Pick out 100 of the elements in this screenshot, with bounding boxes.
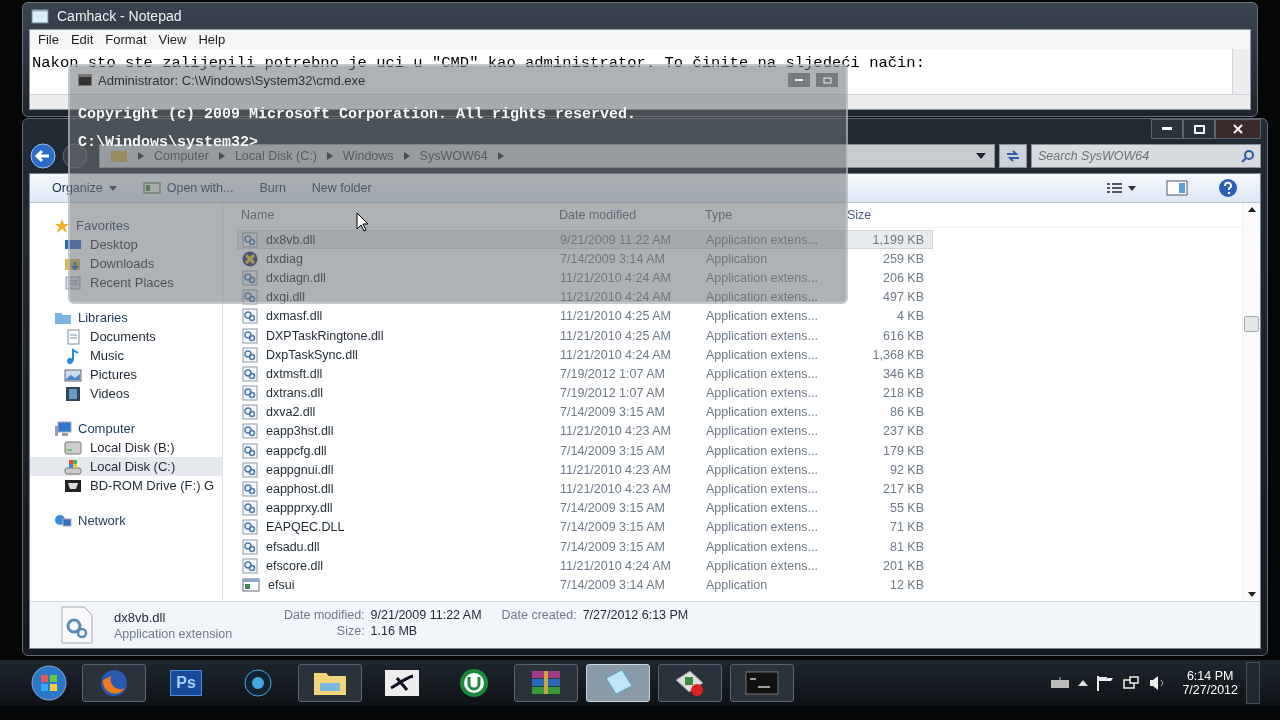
close-icon <box>1233 124 1243 134</box>
file-row[interactable]: eappgnui.dll 11/21/2010 4:23 AM Application extens... 92 KB <box>237 460 933 480</box>
sidebar-item[interactable]: Pictures <box>30 365 222 384</box>
type-cell-text: Application <box>705 577 769 592</box>
sidebar-group[interactable]: Libraries <box>30 308 222 327</box>
file-name: dxtmsft.dll <box>266 366 323 381</box>
file-name: dx8vb.dll <box>114 609 167 625</box>
sidebar-group[interactable]: Computer <box>30 419 222 438</box>
sidebar-item[interactable]: Downloads <box>30 254 222 273</box>
date-cell-text: 7/14/2009 3:15 AM <box>559 520 666 535</box>
menu-item[interactable]: Help <box>198 32 226 47</box>
minimize-button[interactable] <box>1151 119 1183 139</box>
type-cell-text: Application extens... <box>705 462 819 477</box>
sidebar-item[interactable]: Local Disk (B:) <box>30 438 222 457</box>
chevron-icon[interactable] <box>218 152 225 160</box>
start-button[interactable] <box>30 664 68 702</box>
size-cell-text: 237 KB <box>882 424 925 439</box>
file-row[interactable]: dxdiagn.dll 11/21/2010 4:24 AM Application extens... 206 KB <box>237 268 933 288</box>
back-icon[interactable] <box>29 143 57 169</box>
dropdown-icon[interactable] <box>976 153 986 159</box>
column-header[interactable]: Size <box>839 208 927 222</box>
u-circle-icon <box>459 668 489 698</box>
cross-icon <box>385 670 419 696</box>
search-icon <box>1241 149 1255 163</box>
sidebar-item[interactable]: Recent Places <box>30 273 222 292</box>
date-cell-text: 7/14/2009 3:15 AM <box>559 405 666 420</box>
file-row[interactable]: dxgi.dll 11/21/2010 4:24 AM Application extens... 497 KB <box>237 287 933 307</box>
scroll-thumb[interactable] <box>1244 316 1259 332</box>
chevron-icon[interactable] <box>326 152 333 160</box>
close-button[interactable] <box>1215 119 1261 139</box>
type-cell-text: Application <box>705 251 769 266</box>
date-cell-text: 11/21/2010 4:23 AM <box>559 462 672 477</box>
clock-date[interactable]: 7/27/2012 <box>1182 683 1238 697</box>
taskbar-button[interactable]: Ps <box>154 664 218 702</box>
type-cell-text: Application extens... <box>705 290 819 305</box>
file-row[interactable]: eappprxy.dll 7/14/2009 3:15 AM Application extens... 55 KB <box>237 498 933 518</box>
sidebar-item[interactable]: Videos <box>30 384 222 403</box>
file-row[interactable]: dx8vb.dll 9/21/2009 11:22 AM Application extens... 1,199 KB <box>237 230 933 250</box>
sidebar-item[interactable]: Desktop <box>30 235 222 254</box>
window-icon <box>242 577 260 592</box>
minimize-icon <box>1162 127 1172 131</box>
type-cell-text: Application extens... <box>705 558 819 573</box>
field-label: Size: <box>335 624 365 638</box>
file-name: eapp3hst.dll <box>266 424 334 439</box>
sidebar-item[interactable]: Local Disk (C:) <box>30 457 222 476</box>
date-cell-text: 11/21/2010 4:24 AM <box>559 558 672 573</box>
horizontal-scrollbar[interactable] <box>30 94 1250 109</box>
file-row[interactable]: eapp3hst.dll 11/21/2010 4:23 AM Application extens... 237 KB <box>237 421 933 442</box>
scroll-up-icon[interactable] <box>1247 207 1256 212</box>
chevron-icon[interactable] <box>403 152 410 160</box>
show-hidden-icons-icon[interactable] <box>1078 680 1089 686</box>
window-title: Administrator: C:\Windows\System32\cmd.exe <box>98 72 366 88</box>
menu-item[interactable]: Format <box>105 32 147 47</box>
file-row[interactable]: dxva2.dll 7/14/2009 3:15 AM Application extens... 86 KB <box>237 402 933 422</box>
size-cell-text: 71 KB <box>888 520 925 535</box>
size-cell-text: 1,368 KB <box>871 347 925 362</box>
file-row[interactable]: dxdiag 7/14/2009 3:14 AM Application 259 KB <box>237 249 933 269</box>
file-row[interactable]: efsadu.dll 7/14/2009 3:15 AM Application extens... 81 KB <box>237 537 933 557</box>
taskbar-button[interactable] <box>298 664 362 702</box>
menu-item[interactable]: Edit <box>70 32 94 47</box>
sidebar-group[interactable]: Network <box>30 511 222 530</box>
size-cell-text: 81 KB <box>888 539 925 554</box>
date-cell-text: 11/21/2010 4:24 AM <box>559 270 672 285</box>
file-row[interactable]: eappcfg.dll 7/14/2009 3:15 AM Application extens... 179 KB <box>237 441 933 461</box>
clock-time[interactable]: 6:14 PM <box>1186 669 1234 683</box>
file-row[interactable]: dxtmsft.dll 7/19/2012 1:07 AM Application extens... 346 KB <box>237 364 933 384</box>
file-row[interactable]: EAPQEC.DLL 7/14/2009 3:15 AM Application extens... 71 KB <box>237 517 933 537</box>
chevron-icon[interactable] <box>138 152 144 160</box>
type-cell-text: Application extens... <box>705 539 819 554</box>
file-row[interactable]: dxmasf.dll 11/21/2010 4:25 AM Application extens... 4 KB <box>237 306 933 326</box>
sidebar-item[interactable]: BD-ROM Drive (F:) G <box>30 476 222 495</box>
file-row[interactable]: DXPTaskRingtone.dll 11/21/2010 4:25 AM Application extens... 616 KB <box>237 325 933 346</box>
flag-icon[interactable] <box>1096 675 1115 691</box>
date-cell-text: 7/19/2012 1:07 AM <box>559 366 666 381</box>
taskbar-button[interactable] <box>658 664 722 702</box>
scroll-down-icon[interactable] <box>1247 592 1256 597</box>
keyboard-icon[interactable] <box>1050 677 1071 689</box>
disc-icon <box>242 668 274 698</box>
sidebar-item[interactable]: Documents <box>30 327 222 346</box>
sidebar-item[interactable]: Music <box>30 346 222 365</box>
search-field[interactable]: Search SysWOW64 <box>1031 144 1261 168</box>
console-icon <box>78 74 92 86</box>
refresh-button[interactable] <box>999 144 1027 168</box>
date-cell-text: 11/21/2010 4:24 AM <box>559 347 672 362</box>
date-cell-text: 11/21/2010 4:24 AM <box>559 290 672 305</box>
drive-icon <box>64 439 82 456</box>
type-cell-text: Application extens... <box>705 328 819 343</box>
chevron-icon[interactable] <box>497 152 504 160</box>
file-name: dxva2.dll <box>266 405 316 420</box>
file-row[interactable]: efsui 7/14/2009 3:14 AM Application 12 KB <box>237 575 933 595</box>
network-icon[interactable] <box>1122 675 1141 691</box>
optical-drive-icon <box>64 477 82 494</box>
file-row[interactable]: dxtrans.dll 7/19/2012 1:07 AM Application extens... 218 KB <box>237 383 933 403</box>
menu-item[interactable]: File <box>38 32 59 47</box>
file-row[interactable]: efscore.dll 11/21/2010 4:24 AM Application extens... 201 KB <box>237 556 933 576</box>
file-row[interactable]: DxpTaskSync.dll 11/21/2010 4:24 AM Application extens... 1,368 KB <box>237 345 933 365</box>
file-row[interactable]: eapphost.dll 11/21/2010 4:23 AM Application extens... 217 KB <box>237 479 933 499</box>
menu-item[interactable]: View <box>158 32 187 47</box>
maximize-button[interactable] <box>1183 119 1215 139</box>
vertical-scrollbar[interactable] <box>1232 49 1250 94</box>
